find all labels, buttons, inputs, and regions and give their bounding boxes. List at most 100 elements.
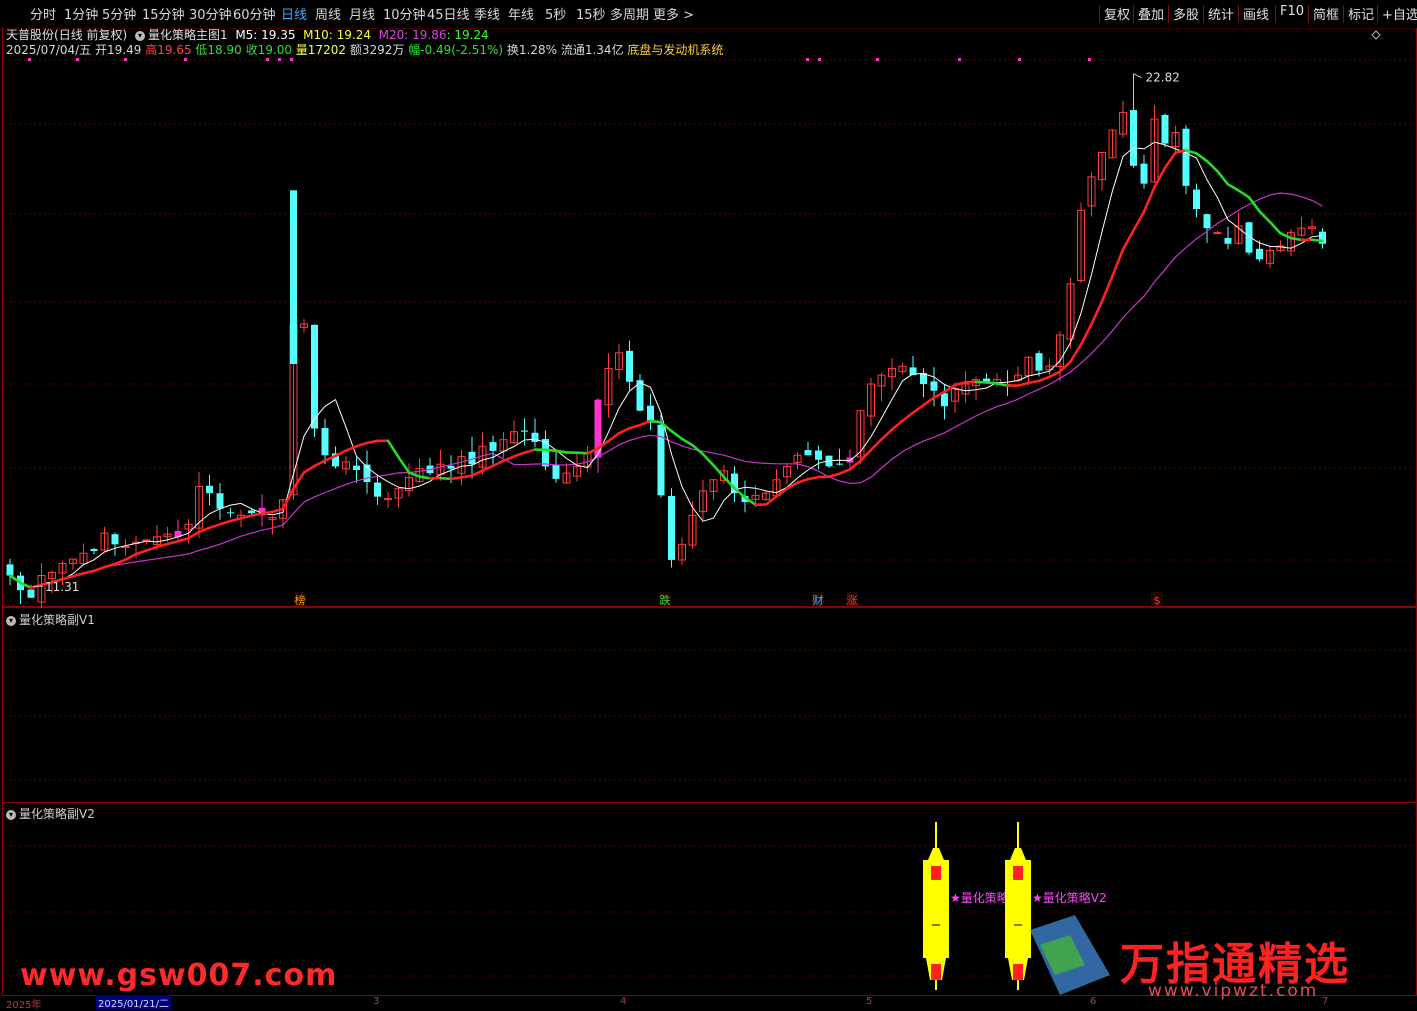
- signal-dot: [278, 58, 281, 61]
- candle-body: [941, 393, 948, 406]
- ma10-segment: [399, 457, 410, 472]
- ma10-segment: [808, 477, 819, 479]
- ma10-segment: [987, 382, 998, 383]
- candle-body: [1141, 164, 1148, 184]
- candle-body: [1256, 249, 1263, 260]
- candle-body: [217, 493, 224, 508]
- ma10-segment: [577, 453, 588, 454]
- ma10-segment: [1113, 250, 1124, 276]
- ma10-segment: [346, 446, 357, 450]
- ma10-segment: [441, 478, 452, 479]
- ma10-segment: [1092, 301, 1103, 324]
- ma10-segment: [388, 441, 399, 457]
- ma10-segment: [63, 576, 74, 579]
- ma10-segment: [262, 512, 273, 514]
- signal-dot: [818, 58, 821, 61]
- signal-marker: $: [1154, 594, 1161, 607]
- candlestick-chart[interactable]: 22.8211.31榜跌财涨$★量化策略★量化策略V2: [0, 0, 1417, 1007]
- candle-body: [112, 534, 119, 544]
- signal-marker: 跌: [660, 593, 671, 607]
- candle-body: [28, 590, 35, 598]
- candle-body: [658, 425, 665, 496]
- signal-dot: [184, 58, 187, 61]
- ma10-segment: [367, 441, 378, 443]
- ma10-segment: [892, 421, 903, 430]
- ma10-segment: [1218, 171, 1229, 184]
- signal-dot: [1088, 58, 1091, 61]
- month-label: 6: [1090, 996, 1096, 1007]
- ma10-segment: [798, 479, 809, 483]
- ma10-segment: [1197, 153, 1208, 161]
- ma10-segment: [840, 469, 851, 473]
- high-marker: [1134, 74, 1142, 78]
- ma10-segment: [882, 430, 893, 440]
- candle-body: [490, 442, 497, 451]
- candle-body: [553, 465, 560, 479]
- ma10-segment: [1228, 184, 1239, 190]
- ma10-segment: [147, 547, 158, 551]
- ma10-segment: [357, 443, 368, 446]
- signal-dot: [76, 58, 79, 61]
- ma10-segment: [1071, 345, 1082, 362]
- candle-body: [1130, 110, 1137, 166]
- selected-date[interactable]: 2025/01/21/二: [96, 995, 171, 1010]
- ma10-segment: [304, 466, 315, 472]
- signal-dot: [28, 58, 31, 61]
- pencil-end-mark: [1013, 964, 1023, 980]
- candle-body: [542, 439, 549, 466]
- candle-body: [805, 450, 812, 455]
- ma10-segment: [315, 461, 326, 466]
- pencil-tip: [1010, 848, 1026, 860]
- ma10-segment: [273, 509, 284, 512]
- signal-dot: [806, 58, 809, 61]
- ma10-segment: [829, 474, 840, 477]
- ma10-segment: [84, 571, 95, 573]
- ma10-segment: [231, 518, 242, 521]
- ma10-segment: [924, 398, 935, 406]
- candle-body: [1225, 238, 1232, 244]
- ma10-segment: [1123, 230, 1134, 249]
- ma10-segment: [1270, 222, 1281, 233]
- high-price-label: 22.82: [1146, 71, 1180, 85]
- candle-body: [521, 431, 528, 432]
- ma10-segment: [241, 516, 252, 519]
- ma10-segment: [94, 567, 105, 571]
- candle-body: [1162, 115, 1169, 144]
- ma10-segment: [1155, 168, 1166, 187]
- signal-dot: [266, 58, 269, 61]
- candle-body: [7, 564, 14, 575]
- ma10-segment: [861, 450, 872, 461]
- signal-dot: [958, 58, 961, 61]
- year-label: 2025年: [6, 996, 41, 1011]
- signal-dot: [876, 58, 879, 61]
- low-price-label: 11.31: [45, 580, 79, 594]
- ma10-segment: [210, 524, 221, 528]
- ma5-line: [10, 142, 1323, 588]
- ma10-segment: [220, 521, 231, 524]
- candle-body: [227, 512, 234, 513]
- ma10-segment: [451, 477, 462, 478]
- ma10-segment: [556, 451, 567, 453]
- ma10-segment: [178, 538, 189, 541]
- ma10-segment: [682, 439, 693, 445]
- candle-body: [374, 483, 381, 497]
- candle-body: [206, 486, 213, 493]
- ma10-segment: [640, 421, 651, 425]
- ma10-segment: [630, 425, 641, 428]
- ma10-segment: [619, 428, 630, 433]
- ma10-segment: [1102, 276, 1113, 302]
- ma10-segment: [672, 431, 683, 439]
- ma10-segment: [472, 471, 483, 476]
- ma10-segment: [420, 477, 431, 479]
- ma10-segment: [1281, 233, 1292, 238]
- signal-marker: 涨: [847, 594, 858, 607]
- candle-body: [290, 190, 297, 364]
- ma10-segment: [462, 476, 473, 478]
- ma10-segment: [546, 450, 557, 451]
- ma10-segment: [1050, 372, 1061, 377]
- candle-body: [931, 381, 938, 390]
- candle-body: [815, 451, 822, 460]
- ma10-segment: [703, 454, 714, 465]
- ma10-segment: [168, 541, 179, 544]
- candle-body: [1036, 353, 1043, 371]
